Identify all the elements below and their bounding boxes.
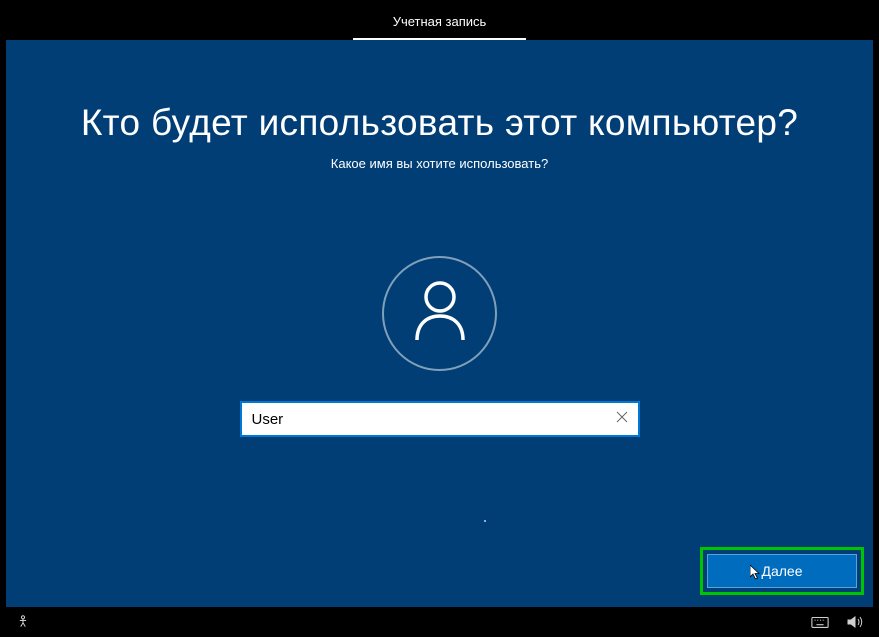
- accessibility-icon[interactable]: [14, 615, 32, 629]
- cursor-icon: [750, 565, 761, 580]
- top-bar: Учетная запись: [0, 0, 879, 40]
- page-title: Кто будет использовать этот компьютер?: [81, 102, 798, 144]
- name-input[interactable]: [252, 411, 614, 428]
- next-button-highlight: Далее: [700, 547, 864, 595]
- page-subtitle: Какое имя вы хотите использовать?: [331, 156, 548, 171]
- volume-icon[interactable]: [847, 615, 865, 629]
- main-panel: Кто будет использовать этот компьютер? К…: [6, 40, 873, 607]
- user-icon: [411, 280, 469, 347]
- bottom-bar: [0, 607, 879, 637]
- next-button-label: Далее: [761, 563, 802, 579]
- next-button[interactable]: Далее: [707, 554, 857, 588]
- tab-account[interactable]: Учетная запись: [353, 4, 527, 40]
- name-input-container: [240, 401, 640, 437]
- clear-input-button[interactable]: [614, 411, 630, 427]
- avatar-placeholder: [382, 256, 497, 371]
- keyboard-icon[interactable]: [811, 615, 829, 629]
- decorative-dot: [484, 520, 486, 522]
- close-icon: [616, 410, 628, 428]
